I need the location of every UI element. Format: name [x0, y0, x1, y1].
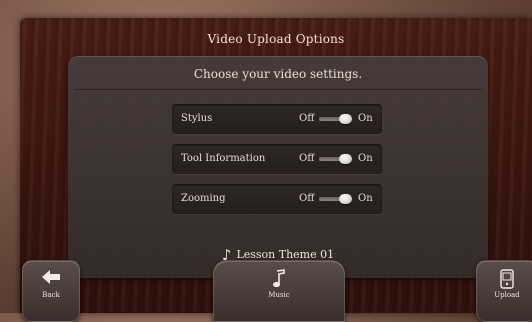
screen-title: Video Upload Options [207, 32, 345, 46]
back-button-label: Back [42, 291, 60, 299]
toggle-knob[interactable] [339, 194, 352, 204]
off-label: Off [299, 193, 315, 204]
zooming-toggle[interactable] [319, 194, 353, 204]
tool-information-toggle[interactable] [319, 154, 353, 164]
on-label: On [358, 193, 373, 204]
music-note-icon [214, 269, 344, 291]
off-label: Off [299, 113, 315, 124]
device-screen: Video Upload Options Choose your video s… [20, 18, 532, 322]
on-label: On [358, 153, 373, 164]
on-label: On [358, 113, 373, 124]
toggle-knob[interactable] [339, 114, 352, 124]
panel-header: Choose your video settings. [193, 67, 363, 81]
device-icon [477, 269, 532, 291]
setting-row-zooming: Zooming Off On [172, 184, 382, 214]
back-arrow-icon [23, 269, 79, 287]
stylus-toggle[interactable] [319, 114, 353, 124]
setting-label: Tool Information [181, 153, 266, 164]
upload-button-label: Upload [494, 291, 520, 299]
setting-row-tool-information: Tool Information Off On [172, 144, 382, 174]
music-button-label: Music [268, 291, 290, 299]
settings-panel: Choose your video settings. Stylus Off O… [68, 56, 488, 278]
off-label: Off [299, 153, 315, 164]
setting-row-stylus: Stylus Off On [172, 104, 382, 134]
toggle-knob[interactable] [339, 154, 352, 164]
setting-label: Stylus [181, 113, 213, 124]
setting-label: Zooming [181, 193, 226, 204]
panel-divider [74, 89, 482, 90]
